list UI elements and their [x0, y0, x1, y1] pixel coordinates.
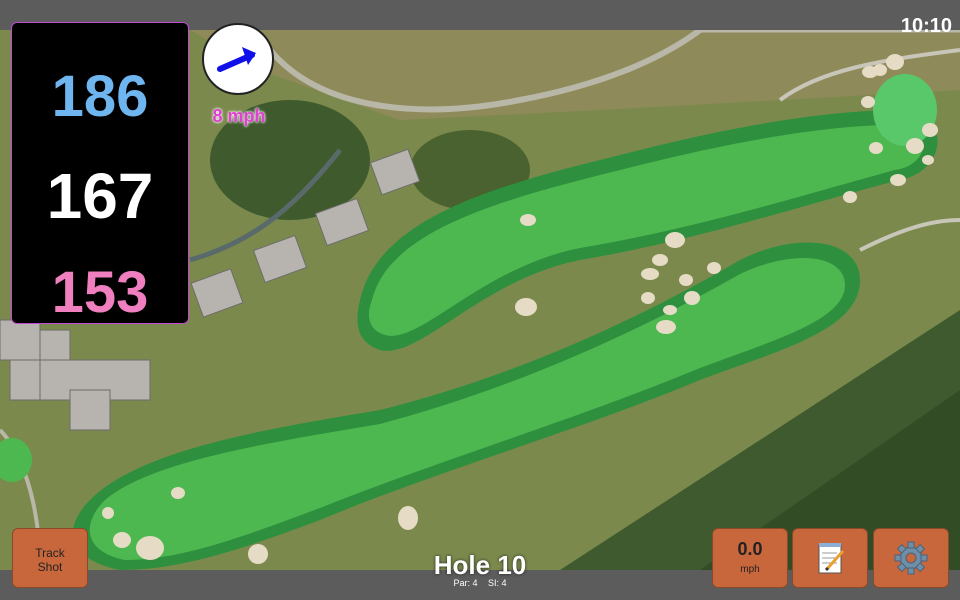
hole-title: Hole 10: [433, 550, 527, 580]
distance-front: 153: [51, 260, 149, 325]
wind-indicator: [202, 23, 274, 95]
hole-si: SI: 4: [488, 578, 507, 588]
hole-info: Par: 4 SI: 4: [380, 578, 580, 588]
distance-middle: 167: [46, 160, 154, 232]
track-shot-label-line1: Track: [35, 546, 65, 560]
notepad-icon: [818, 543, 845, 574]
speed-value: 0.0: [737, 539, 763, 559]
notes-button[interactable]: [792, 528, 868, 588]
wind-arrow-icon: [217, 47, 256, 72]
settings-button[interactable]: [873, 528, 949, 588]
track-shot-label-line2: Shot: [37, 560, 63, 574]
speed-unit: mph: [740, 564, 760, 575]
distance-back: 186: [51, 64, 149, 129]
hole-par: Par: 4: [453, 578, 478, 588]
gear-icon: [894, 541, 928, 575]
track-shot-button[interactable]: Track Shot: [12, 528, 88, 588]
clock: 10:10: [900, 15, 952, 37]
wind-speed-label: 8 mph: [212, 106, 266, 126]
distance-panel: 186 167 153: [11, 22, 189, 325]
speed-button[interactable]: 0.0 mph: [712, 528, 788, 588]
